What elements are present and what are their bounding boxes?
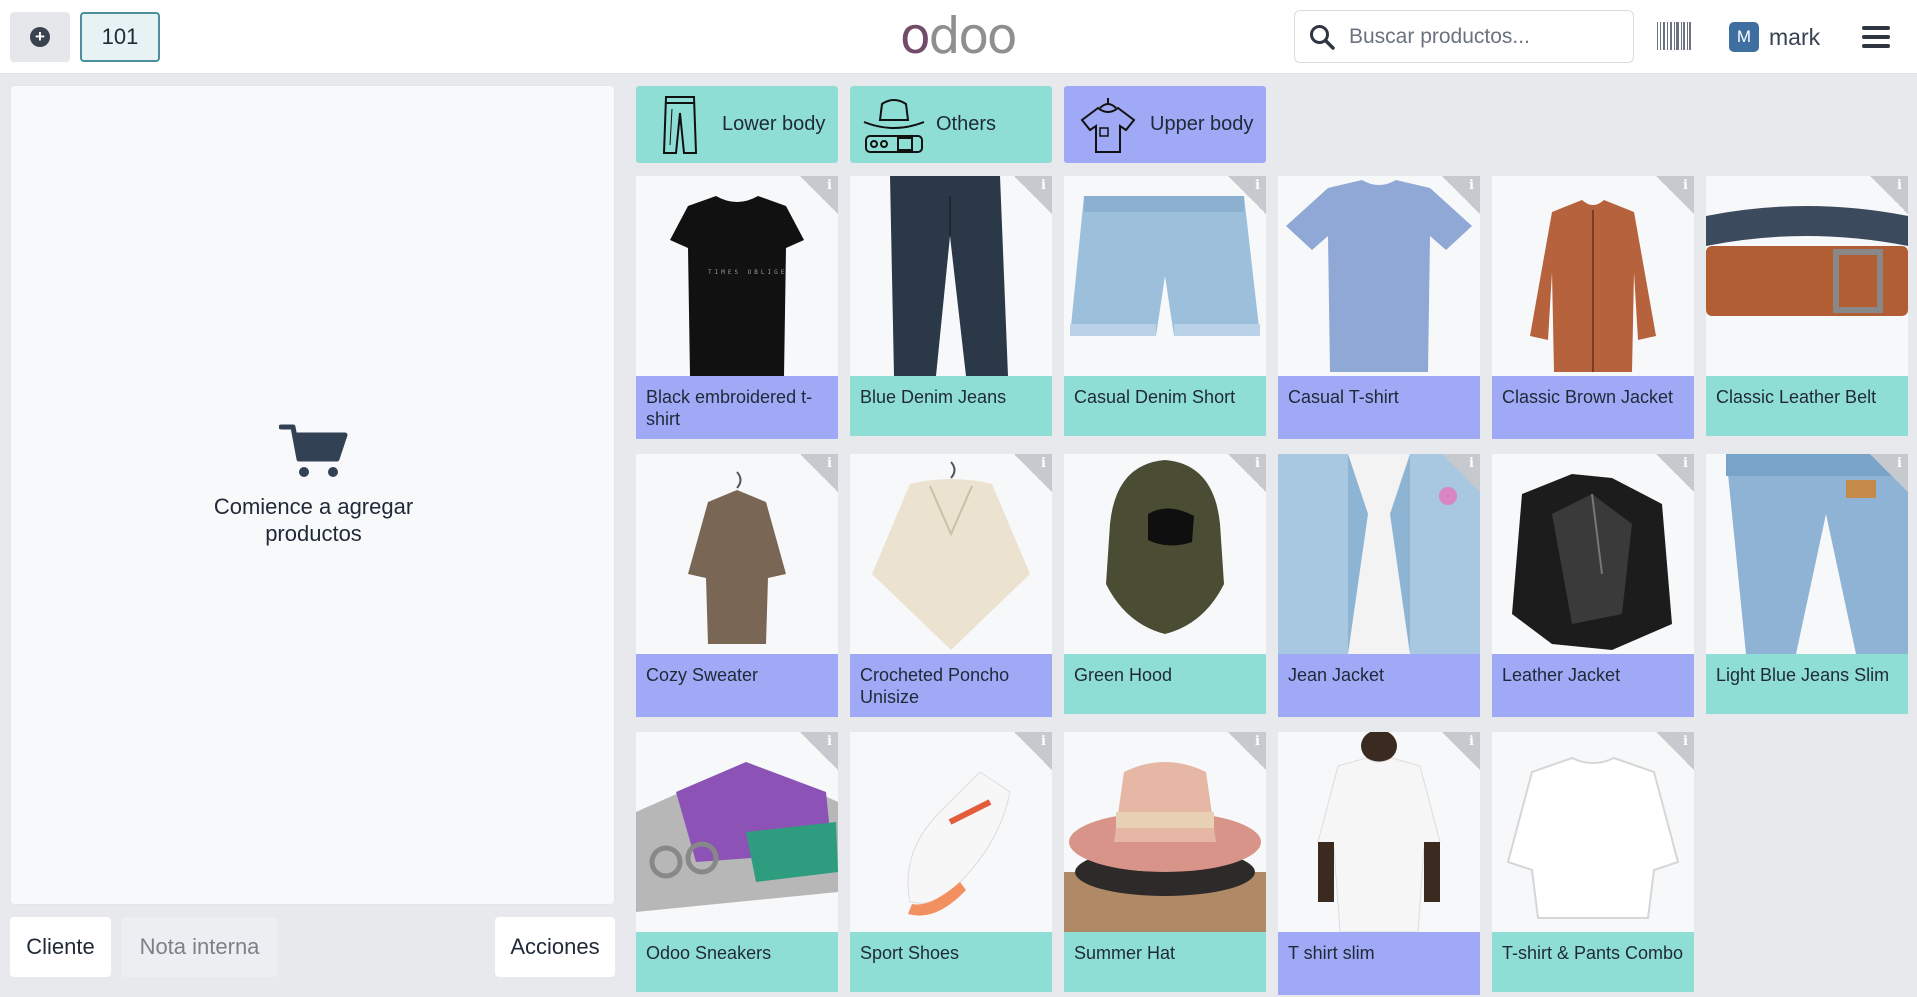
info-icon[interactable]: i (1228, 454, 1266, 492)
product-card[interactable]: i Casual Denim Short (1064, 176, 1266, 441)
search-input[interactable] (1349, 24, 1619, 49)
info-icon[interactable]: i (800, 732, 838, 770)
info-icon[interactable]: i (1442, 732, 1480, 770)
product-card[interactable]: i Classic Brown Jacket (1492, 176, 1694, 441)
product-card[interactable]: i Light Blue Jeans Slim (1706, 454, 1908, 719)
internal-note-button[interactable]: Nota interna (121, 917, 278, 977)
product-name: Jean Jacket (1278, 654, 1480, 717)
category-others[interactable]: Others (850, 86, 1052, 163)
empty-cart-message: Comience a agregar productos (213, 494, 414, 546)
info-icon[interactable]: i (1870, 176, 1908, 214)
product-card[interactable]: i Summer Hat (1064, 732, 1266, 997)
info-icon[interactable]: i (1228, 732, 1266, 770)
product-card[interactable]: i T-shirt & Pants Combo (1492, 732, 1694, 997)
plus-circle-icon: + (30, 27, 50, 47)
product-card[interactable]: TIMES OBLIGE i Black embroidered t-shirt (636, 176, 838, 441)
product-name: Casual Denim Short (1064, 376, 1266, 436)
product-name: Cozy Sweater (636, 654, 838, 717)
product-card[interactable]: i T shirt slim (1278, 732, 1480, 997)
category-lower-body[interactable]: Lower body (636, 86, 838, 163)
product-card[interactable]: i Green Hood (1064, 454, 1266, 719)
info-icon[interactable]: i (1870, 454, 1908, 492)
product-name: Sport Shoes (850, 932, 1052, 992)
product-card[interactable]: i Sport Shoes (850, 732, 1052, 997)
search-icon (1310, 24, 1335, 50)
shopping-cart-icon (278, 424, 347, 477)
order-panel: Comience a agregar productos (10, 85, 615, 905)
info-icon[interactable]: i (1656, 176, 1694, 214)
product-card[interactable]: i Leather Jacket (1492, 454, 1694, 719)
odoo-logo: o doo (900, 7, 1018, 65)
info-icon[interactable]: i (1014, 454, 1052, 492)
info-icon[interactable]: i (1014, 732, 1052, 770)
tshirt-icon (1072, 90, 1144, 160)
product-name: T-shirt & Pants Combo (1492, 932, 1694, 992)
product-name: Casual T-shirt (1278, 376, 1480, 439)
barcode-icon[interactable] (1657, 22, 1691, 50)
product-name: Summer Hat (1064, 932, 1266, 992)
info-icon[interactable]: i (1656, 732, 1694, 770)
product-name: Leather Jacket (1492, 654, 1694, 717)
product-name: Light Blue Jeans Slim (1706, 654, 1908, 714)
info-icon[interactable]: i (1228, 176, 1266, 214)
avatar: M (1729, 22, 1759, 52)
product-card[interactable]: i Casual T-shirt (1278, 176, 1480, 441)
info-icon[interactable]: i (1014, 176, 1052, 214)
info-icon[interactable]: i (800, 454, 838, 492)
product-name: Crocheted Poncho Unisize (850, 654, 1052, 717)
product-name: Black embroidered t-shirt (636, 376, 838, 439)
product-card[interactable]: i Crocheted Poncho Unisize (850, 454, 1052, 719)
order-tab-101[interactable]: 101 (80, 12, 160, 62)
product-name: T shirt slim (1278, 932, 1480, 995)
hamburger-menu-icon[interactable] (1862, 26, 1890, 48)
product-name: Classic Leather Belt (1706, 376, 1908, 436)
info-icon[interactable]: i (1442, 176, 1480, 214)
category-upper-body[interactable]: Upper body (1064, 86, 1266, 163)
hat-belt-icon (858, 90, 930, 160)
info-icon[interactable]: i (800, 176, 838, 214)
info-icon[interactable]: i (1656, 454, 1694, 492)
svg-text:TIMES OBLIGE: TIMES OBLIGE (708, 269, 787, 276)
top-bar: + 101 odoo M mark (0, 0, 1917, 74)
product-card[interactable]: i Odoo Sneakers (636, 732, 838, 997)
pants-icon (644, 90, 716, 160)
new-order-button[interactable]: + (10, 12, 70, 62)
user-name: mark (1769, 23, 1821, 50)
user-menu[interactable]: M mark (1729, 20, 1820, 54)
empty-cart-state: Comience a agregar productos (11, 421, 616, 547)
product-card[interactable]: i Jean Jacket (1278, 454, 1480, 719)
info-icon[interactable]: i (1442, 454, 1480, 492)
product-card[interactable]: i Blue Denim Jeans (850, 176, 1052, 441)
product-search[interactable] (1294, 10, 1634, 63)
actions-button[interactable]: Acciones (495, 917, 615, 977)
customer-button[interactable]: Cliente (10, 917, 111, 977)
product-card[interactable]: i Cozy Sweater (636, 454, 838, 719)
product-name: Blue Denim Jeans (850, 376, 1052, 436)
product-card[interactable]: i Classic Leather Belt (1706, 176, 1908, 441)
product-name: Green Hood (1064, 654, 1266, 714)
product-name: Odoo Sneakers (636, 932, 838, 992)
product-name: Classic Brown Jacket (1492, 376, 1694, 439)
